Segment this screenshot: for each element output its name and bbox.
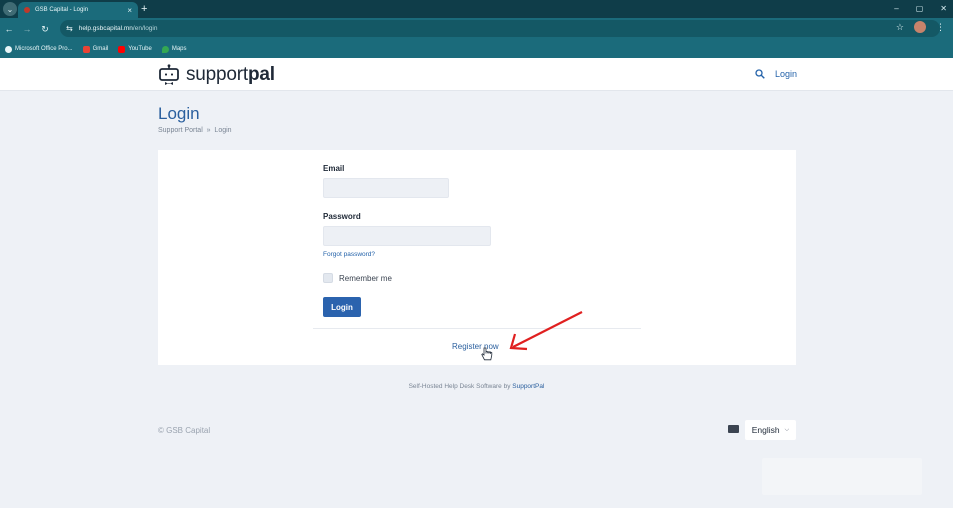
logo-text: supportpal <box>186 64 275 85</box>
bookmarks-bar: Microsoft Office Pro... Gmail YouTube Ma… <box>0 40 953 58</box>
forward-icon[interactable]: → <box>18 24 36 34</box>
chevron-down-icon: ⌵ <box>784 426 790 433</box>
language-icon <box>728 425 739 433</box>
office-icon <box>5 45 12 53</box>
email-input[interactable] <box>323 178 449 198</box>
bookmark-youtube[interactable]: YouTube <box>118 45 152 53</box>
url-domain: help.gsbcapital.mn <box>78 25 133 32</box>
tab-close-icon[interactable]: × <box>127 6 132 15</box>
bookmark-label: YouTube <box>128 46 152 52</box>
tab-title: GSB Capital - Login <box>35 7 89 13</box>
hand-cursor-icon <box>481 347 493 361</box>
reload-icon[interactable]: ↻ <box>36 24 54 35</box>
back-icon[interactable]: ← <box>0 24 18 34</box>
search-icon[interactable] <box>755 69 765 79</box>
tab-search-icon[interactable]: ⌄ <box>3 2 17 16</box>
bookmark-maps[interactable]: Maps <box>161 45 187 53</box>
bookmark-label: Maps <box>171 46 187 52</box>
browser-toolbar: ← → ↻ ⇆ help.gsbcapital.mn/en/login ☆ ⋮ <box>0 18 953 40</box>
email-label: Email <box>323 164 345 173</box>
faded-overlay-panel <box>762 458 922 495</box>
maps-icon <box>161 45 169 53</box>
window-controls: – ▢ ✕ <box>894 2 947 16</box>
divider <box>313 328 641 329</box>
password-label: Password <box>323 212 361 221</box>
supportpal-logo[interactable]: supportpal <box>158 64 275 86</box>
page-title: Login <box>158 104 200 123</box>
browser-menu-icon[interactable]: ⋮ <box>936 22 945 33</box>
gmail-icon <box>82 45 90 53</box>
site-settings-icon[interactable]: ⇆ <box>66 24 73 33</box>
url-path: /en/login <box>132 25 158 32</box>
minimize-icon[interactable]: – <box>894 2 898 16</box>
login-button[interactable]: Login <box>323 297 361 317</box>
powered-by-text: Self-Hosted Help Desk Software by Suppor… <box>408 383 545 390</box>
browser-tab[interactable]: GSB Capital - Login × <box>18 2 138 18</box>
bookmark-label: Gmail <box>92 46 109 52</box>
robot-logo-icon <box>159 64 179 85</box>
browser-tab-bar: ⌄ GSB Capital - Login × + – ▢ ✕ <box>0 0 953 18</box>
password-input[interactable] <box>323 226 491 246</box>
language-value: English <box>751 425 780 435</box>
new-tab-button[interactable]: + <box>141 2 147 16</box>
login-card: Email Password Forgot password? Remember… <box>158 150 796 365</box>
annotation-arrow-icon <box>509 311 583 351</box>
address-bar[interactable]: ⇆ help.gsbcapital.mn/en/login <box>60 20 940 37</box>
maximize-icon[interactable]: ▢ <box>916 2 924 16</box>
supportpal-link[interactable]: SupportPal <box>512 383 544 390</box>
bookmark-label: Microsoft Office Pro... <box>15 46 73 52</box>
breadcrumb[interactable]: Support Portal » Login <box>158 127 232 134</box>
site-header: supportpal Login <box>0 58 953 91</box>
remember-me-checkbox[interactable] <box>323 273 333 283</box>
copyright: © GSB Capital <box>158 426 211 435</box>
youtube-icon <box>118 45 126 53</box>
header-actions: Login <box>755 69 797 79</box>
language-select[interactable]: English ⌵ <box>745 420 796 440</box>
bookmark-gmail[interactable]: Gmail <box>82 45 109 53</box>
close-window-icon[interactable]: ✕ <box>940 2 947 16</box>
header-login-link[interactable]: Login <box>775 69 797 79</box>
tab-favicon-icon <box>24 7 30 13</box>
profile-avatar[interactable] <box>914 21 926 33</box>
bookmark-office[interactable]: Microsoft Office Pro... <box>5 45 73 53</box>
remember-me-label[interactable]: Remember me <box>339 274 392 283</box>
bookmark-star-icon[interactable]: ☆ <box>896 22 904 33</box>
forgot-password-link[interactable]: Forgot password? <box>323 251 375 258</box>
toolbar-right: ☆ ⋮ <box>896 21 945 33</box>
